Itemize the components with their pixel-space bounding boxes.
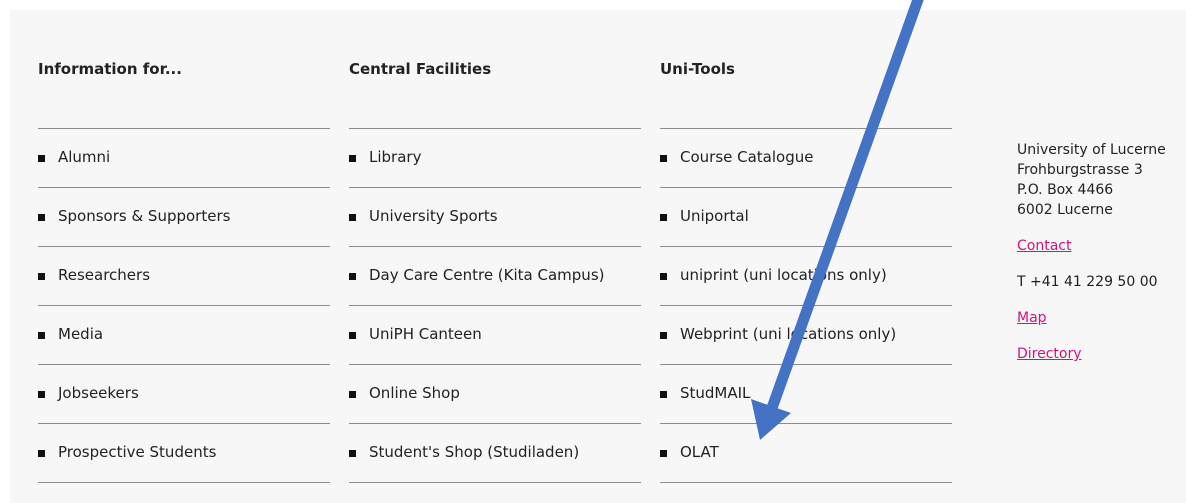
square-bullet-icon	[349, 391, 356, 398]
square-bullet-icon	[38, 450, 45, 457]
link-label: Prospective Students	[58, 443, 217, 461]
phone-number: T +41 41 229 50 00	[1017, 274, 1158, 290]
footer-link-online-shop[interactable]: Online Shop	[349, 365, 641, 424]
square-bullet-icon	[660, 391, 667, 398]
address-line-institution: University of Lucerne	[1017, 142, 1166, 158]
footer-link-olat[interactable]: OLAT	[660, 424, 952, 483]
footer-link-students-shop[interactable]: Student's Shop (Studiladen)	[349, 424, 641, 483]
square-bullet-icon	[349, 450, 356, 457]
link-label: Webprint (uni locations only)	[680, 325, 897, 343]
link-label: Alumni	[58, 148, 111, 166]
footer-link-course-catalogue[interactable]: Course Catalogue	[660, 129, 952, 188]
footer-link-uniph-canteen[interactable]: UniPH Canteen	[349, 306, 641, 365]
link-label: OLAT	[680, 443, 719, 461]
directory-link[interactable]: Directory	[1017, 344, 1186, 364]
footer-link-webprint[interactable]: Webprint (uni locations only)	[660, 306, 952, 365]
link-label: Uniportal	[680, 207, 749, 225]
link-label: Jobseekers	[58, 384, 139, 402]
footer-link-day-care-centre[interactable]: Day Care Centre (Kita Campus)	[349, 247, 641, 306]
link-label: StudMAIL	[680, 384, 751, 402]
square-bullet-icon	[349, 155, 356, 162]
address-line-po-box: P.O. Box 4466	[1017, 182, 1114, 198]
footer-link-library[interactable]: Library	[349, 129, 641, 188]
link-label: UniPH Canteen	[369, 325, 482, 343]
square-bullet-icon	[38, 332, 45, 339]
link-label: University Sports	[369, 207, 498, 225]
link-list: Course Catalogue Uniportal uniprint (uni…	[660, 129, 952, 483]
footer-link-uniportal[interactable]: Uniportal	[660, 188, 952, 247]
link-label: Library	[369, 148, 422, 166]
link-label: uniprint (uni locations only)	[680, 266, 887, 284]
column-heading: Information for...	[38, 60, 182, 78]
square-bullet-icon	[660, 273, 667, 280]
square-bullet-icon	[660, 155, 667, 162]
square-bullet-icon	[38, 155, 45, 162]
square-bullet-icon	[349, 332, 356, 339]
footer-link-university-sports[interactable]: University Sports	[349, 188, 641, 247]
contact-address-block: University of Lucerne Frohburgstrasse 3 …	[1017, 140, 1186, 364]
address-line-city: 6002 Lucerne	[1017, 202, 1113, 218]
footer-link-alumni[interactable]: Alumni	[38, 129, 330, 188]
square-bullet-icon	[660, 450, 667, 457]
square-bullet-icon	[38, 273, 45, 280]
footer-link-prospective-students[interactable]: Prospective Students	[38, 424, 330, 483]
link-label: Media	[58, 325, 104, 343]
link-label: Student's Shop (Studiladen)	[369, 443, 580, 461]
address-line-street: Frohburgstrasse 3	[1017, 162, 1143, 178]
link-label: Course Catalogue	[680, 148, 814, 166]
link-label: Researchers	[58, 266, 151, 284]
footer-link-jobseekers[interactable]: Jobseekers	[38, 365, 330, 424]
footer-link-sponsors[interactable]: Sponsors & Supporters	[38, 188, 330, 247]
square-bullet-icon	[660, 332, 667, 339]
column-heading: Central Facilities	[349, 60, 492, 78]
square-bullet-icon	[349, 214, 356, 221]
footer-link-media[interactable]: Media	[38, 306, 330, 365]
footer-link-studmail[interactable]: StudMAIL	[660, 365, 952, 424]
link-list: Alumni Sponsors & Supporters Researchers…	[38, 129, 330, 483]
square-bullet-icon	[38, 391, 45, 398]
square-bullet-icon	[349, 273, 356, 280]
contact-link[interactable]: Contact	[1017, 236, 1186, 256]
link-label: Sponsors & Supporters	[58, 207, 231, 225]
link-label: Day Care Centre (Kita Campus)	[369, 266, 605, 284]
column-heading: Uni-Tools	[660, 60, 735, 78]
link-label: Online Shop	[369, 384, 460, 402]
site-footer: Information for... Alumni Sponsors & Sup…	[10, 10, 1186, 503]
square-bullet-icon	[660, 214, 667, 221]
square-bullet-icon	[38, 214, 45, 221]
footer-link-uniprint[interactable]: uniprint (uni locations only)	[660, 247, 952, 306]
link-list: Library University Sports Day Care Centr…	[349, 129, 641, 483]
footer-link-researchers[interactable]: Researchers	[38, 247, 330, 306]
map-link[interactable]: Map	[1017, 308, 1186, 328]
